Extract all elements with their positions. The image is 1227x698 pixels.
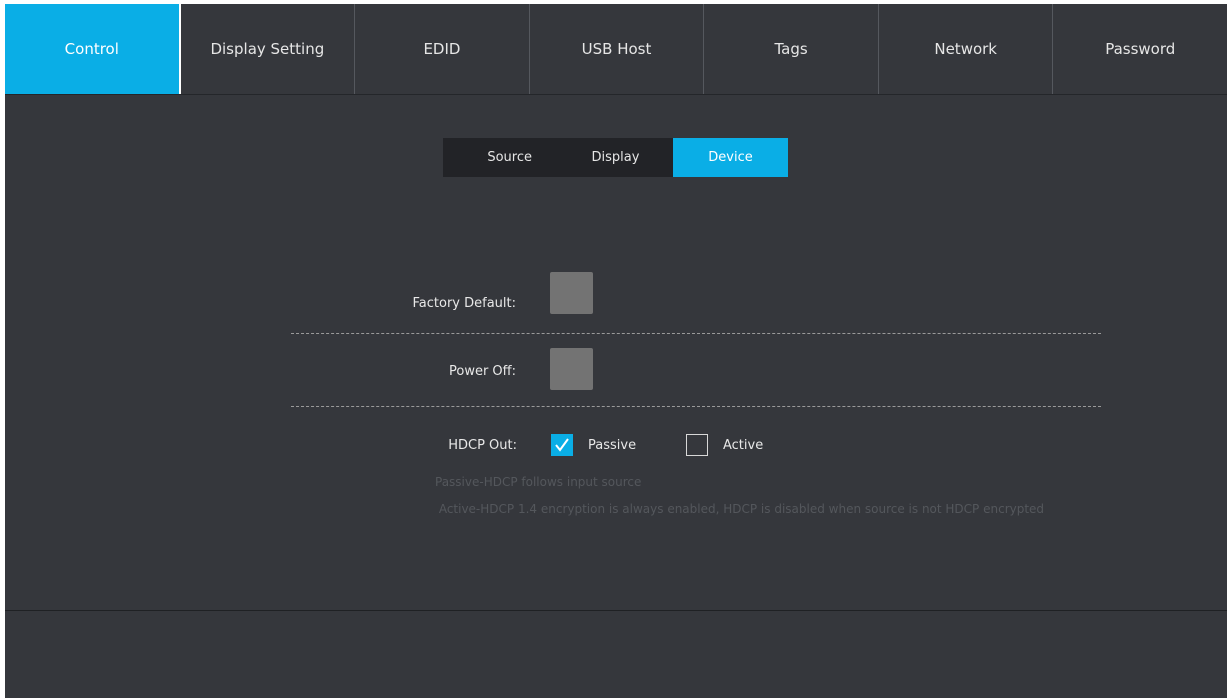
hdcp-active-label: Active <box>723 438 764 453</box>
factory-default-label: Factory Default: <box>412 296 517 311</box>
tab-edid[interactable]: EDID <box>355 4 530 94</box>
tab-usb-host[interactable]: USB Host <box>530 4 705 94</box>
subtab-display[interactable]: Display <box>558 138 673 177</box>
divider <box>291 406 1101 407</box>
hdcp-passive-checkbox[interactable] <box>551 434 573 456</box>
hdcp-passive-label: Passive <box>588 438 637 453</box>
power-off-label: Power Off: <box>448 364 516 379</box>
divider <box>291 333 1101 334</box>
app-window: Control Display Setting EDID USB Host Ta… <box>5 4 1227 698</box>
tab-display-setting[interactable]: Display Setting <box>181 4 356 94</box>
power-off-button[interactable] <box>550 348 593 390</box>
tab-tags[interactable]: Tags <box>704 4 879 94</box>
hdcp-passive-note: Passive-HDCP follows input source <box>435 475 642 489</box>
subtab-source[interactable]: Source <box>443 138 558 177</box>
checkmark-icon <box>555 438 569 452</box>
subtab-device[interactable]: Device <box>673 138 788 177</box>
factory-default-button[interactable] <box>550 272 593 314</box>
hdcp-active-note: Active-HDCP 1.4 encryption is always ena… <box>435 502 1045 516</box>
top-navigation: Control Display Setting EDID USB Host Ta… <box>5 4 1227 95</box>
tab-network[interactable]: Network <box>879 4 1054 94</box>
tab-password[interactable]: Password <box>1053 4 1227 94</box>
hdcp-active-checkbox[interactable] <box>686 434 708 456</box>
hdcp-out-label: HDCP Out: <box>448 438 517 453</box>
footer-divider <box>5 610 1227 611</box>
tab-control[interactable]: Control <box>5 4 181 94</box>
sub-navigation: Source Display Device <box>443 138 788 177</box>
